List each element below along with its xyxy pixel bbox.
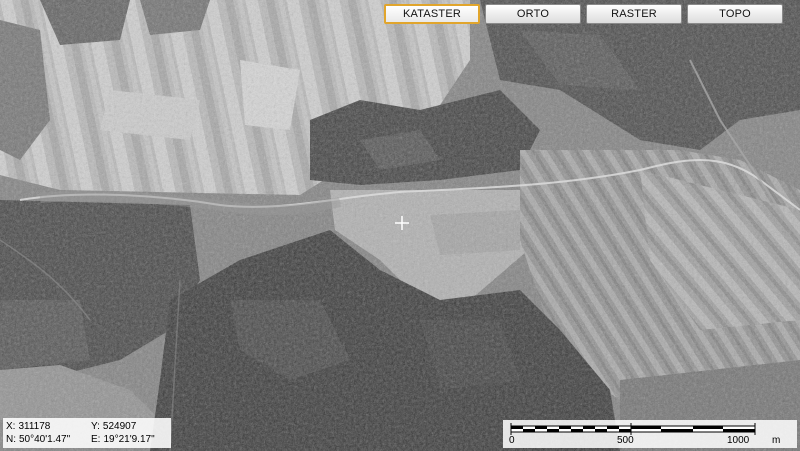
coord-y: Y: 524907: [91, 421, 136, 432]
coord-e-value: 19°21'9.17": [103, 434, 155, 445]
coord-x-label: X:: [6, 421, 16, 432]
coord-e: E: 19°21'9.17": [91, 434, 155, 445]
layer-button-topo[interactable]: TOPO: [687, 4, 783, 24]
layer-switcher: KATASTER ORTO RASTER TOPO: [384, 4, 783, 24]
layer-button-raster[interactable]: RASTER: [586, 4, 682, 24]
coord-e-label: E:: [91, 434, 101, 445]
layer-button-kataster[interactable]: KATASTER: [384, 4, 480, 24]
coord-n-value: 50°40'1.47": [19, 434, 71, 445]
layer-button-orto[interactable]: ORTO: [485, 4, 581, 24]
scale-ruler: [510, 423, 756, 435]
coord-n-label: N:: [6, 434, 16, 445]
scale-label-0: 0: [509, 435, 515, 446]
coord-x: X: 311178: [6, 421, 50, 432]
coord-x-value: 311178: [18, 421, 51, 432]
coord-y-label: Y:: [91, 421, 100, 432]
coord-y-value: 524907: [102, 421, 137, 432]
coordinate-readout: X: 311178 Y: 524907 N: 50°40'1.47" E: 19°21'…: [3, 418, 171, 448]
coord-n: N: 50°40'1.47": [6, 434, 70, 445]
crosshair-icon: [395, 216, 409, 230]
scale-bar: 0 500 1000 m: [503, 420, 797, 448]
scale-label-1000: 1000: [727, 435, 750, 446]
scale-label-500: 500: [617, 435, 634, 446]
scale-unit: m: [772, 435, 781, 446]
